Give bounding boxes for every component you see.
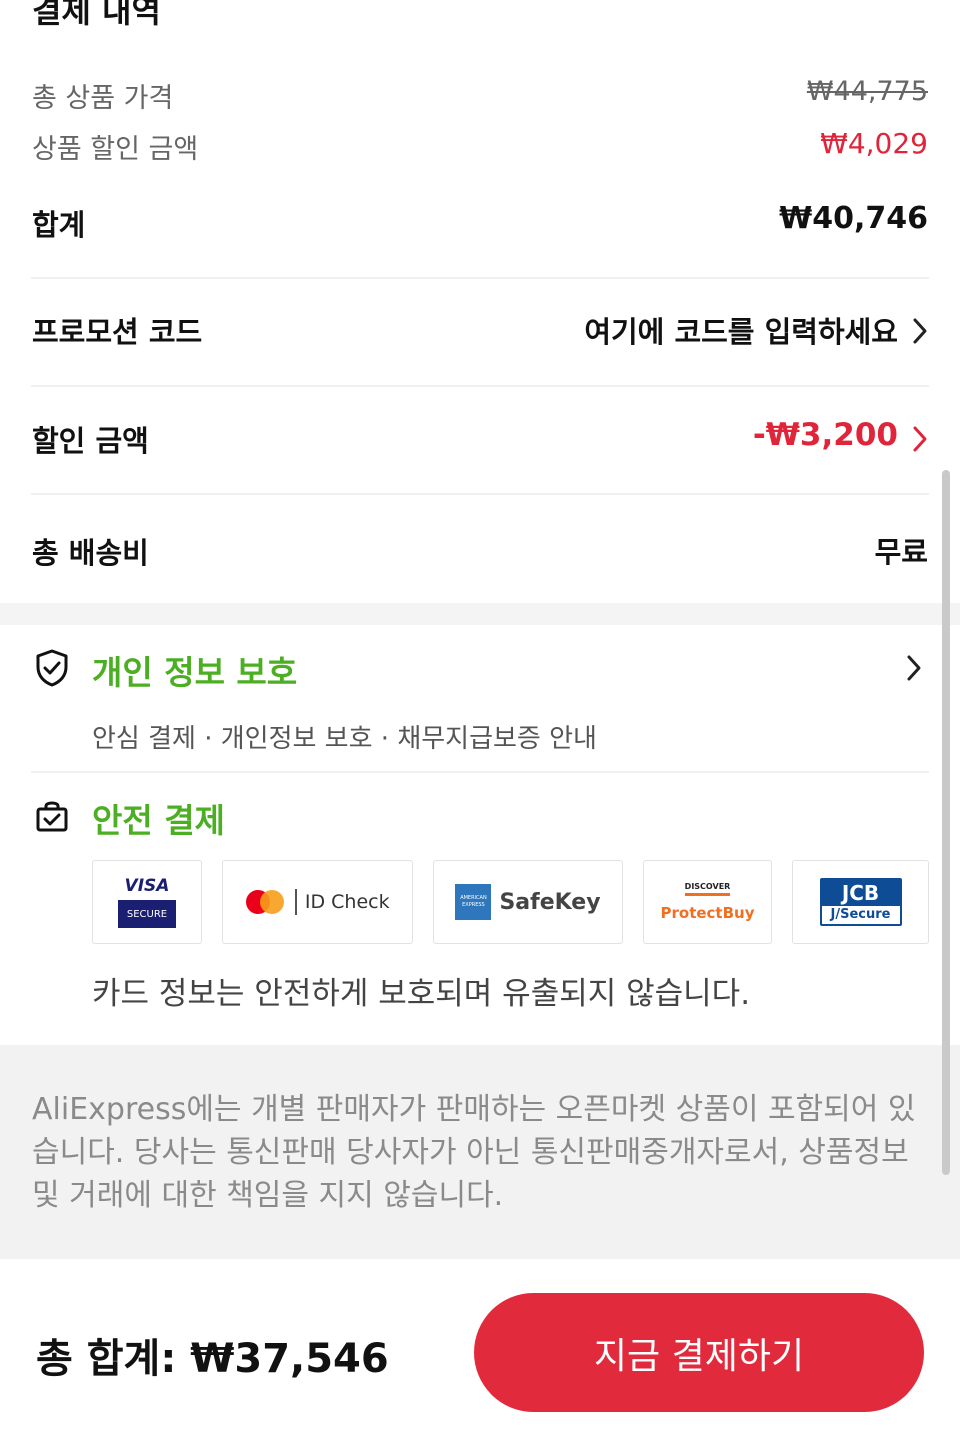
chevron-right-icon bbox=[913, 318, 927, 344]
marketplace-disclaimer: AliExpress에는 개별 판매자가 판매하는 오픈마켓 상품이 포함되어 … bbox=[32, 1092, 916, 1213]
visa-secure-badge: VISA SECURE bbox=[92, 860, 202, 944]
pay-now-button[interactable]: 지금 결제하기 bbox=[474, 1293, 924, 1412]
discount-row[interactable]: 할인 금액 -₩3,200 bbox=[0, 388, 960, 492]
payment-summary-title: 결제 내역 bbox=[32, 0, 161, 30]
shipping-value: 무료 bbox=[874, 535, 928, 569]
grand-total: 총 합계: ₩37,546 bbox=[36, 1336, 389, 1382]
privacy-subtitle: 안심 결제 · 개인정보 보호 · 채무지급보증 안내 bbox=[92, 724, 597, 754]
jcb-logo-text: JCB bbox=[841, 881, 880, 905]
privacy-title: 개인 정보 보호 bbox=[92, 653, 298, 692]
mastercard-icon bbox=[246, 890, 285, 914]
total-product-price-label: 총 상품 가격 bbox=[32, 83, 174, 114]
id-check-text: ID Check bbox=[304, 891, 390, 913]
secure-payment-title: 안전 결제 bbox=[92, 801, 225, 840]
discover-protectbuy-badge: DISCOVER ProtectBuy bbox=[643, 860, 772, 944]
total-product-price-value: ₩44,775 bbox=[806, 76, 928, 107]
promo-code-label: 프로모션 코드 bbox=[32, 315, 203, 349]
chevron-right-icon bbox=[913, 426, 927, 452]
chevron-right-icon bbox=[907, 655, 921, 681]
visa-secure-text: SECURE bbox=[118, 900, 176, 928]
divider bbox=[31, 771, 929, 773]
privacy-protection-row[interactable]: 개인 정보 보호 안심 결제 · 개인정보 보호 · 채무지급보증 안내 bbox=[0, 626, 960, 772]
section-separator bbox=[0, 603, 960, 625]
amex-safekey-badge: AMERICAN EXPRESS SafeKey bbox=[433, 860, 623, 944]
shipping-label: 총 배송비 bbox=[32, 536, 149, 570]
safekey-text: SafeKey bbox=[499, 889, 601, 915]
secure-bag-icon bbox=[36, 801, 68, 832]
amex-logo: AMERICAN EXPRESS bbox=[455, 884, 492, 920]
divider bbox=[31, 277, 929, 279]
promo-code-input[interactable]: 여기에 코드를 입력하세요 bbox=[584, 309, 898, 351]
badge-divider bbox=[295, 889, 297, 915]
discover-logo-text: DISCOVER bbox=[684, 882, 731, 896]
card-security-note: 카드 정보는 안전하게 보호되며 유출되지 않습니다. bbox=[92, 976, 751, 1012]
discount-label: 할인 금액 bbox=[32, 424, 149, 458]
subtotal-label: 합계 bbox=[32, 208, 86, 242]
promo-code-row[interactable]: 프로모션 코드 여기에 코드를 입력하세요 bbox=[0, 280, 960, 384]
divider bbox=[31, 493, 929, 495]
shield-check-icon bbox=[36, 649, 68, 687]
product-discount-value: ₩4,029 bbox=[820, 127, 928, 160]
divider bbox=[31, 385, 929, 387]
subtotal-value: ₩40,746 bbox=[779, 201, 928, 236]
protectbuy-text: ProtectBuy bbox=[660, 904, 755, 922]
jsecure-text: J/Secure bbox=[821, 906, 900, 924]
visa-logo-text: VISA bbox=[124, 876, 170, 896]
jcb-jsecure-badge: JCB J/Secure bbox=[792, 860, 929, 944]
product-discount-label: 상품 할인 금액 bbox=[32, 134, 199, 165]
scrollbar[interactable] bbox=[942, 470, 950, 1175]
mastercard-id-check-badge: ID Check bbox=[222, 860, 413, 944]
discount-value: -₩3,200 bbox=[752, 417, 898, 453]
